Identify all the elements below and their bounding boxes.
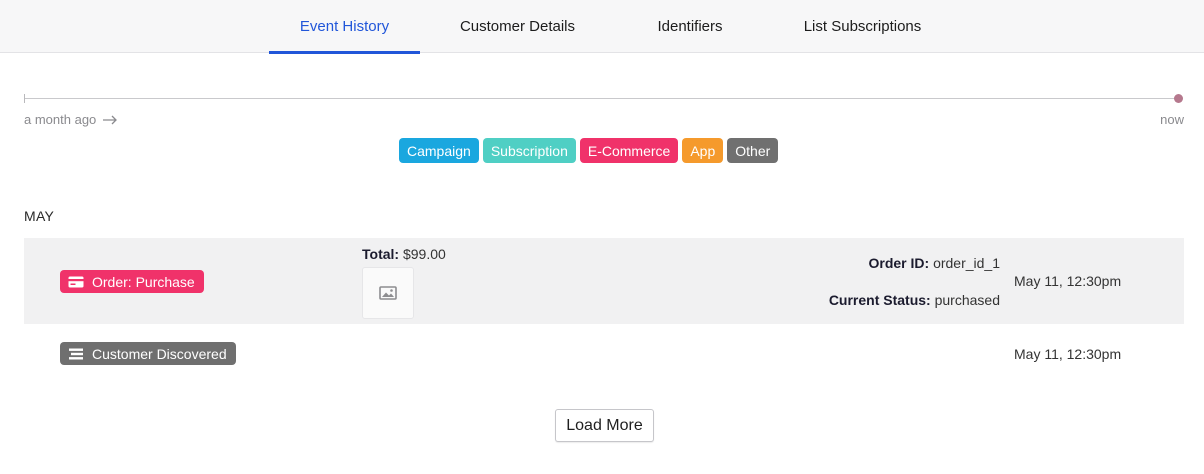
legend-subscription[interactable]: Subscription <box>482 138 576 163</box>
tab-event-history[interactable]: Event History <box>269 0 420 54</box>
order-id-value: order_id_1 <box>933 255 1000 271</box>
tab-bar: Event History Customer Details Identifie… <box>0 0 1204 54</box>
timeline-start-label: a month ago <box>24 112 97 127</box>
image-icon <box>379 286 397 300</box>
event-type-legend: Campaign Subscription E-Commerce App Oth… <box>399 138 779 163</box>
credit-card-icon <box>68 276 84 287</box>
event-row[interactable]: Order: Purchase Total: $99.00 Order ID: … <box>24 238 1184 324</box>
order-status: Current Status: purchased <box>829 292 1000 308</box>
event-timestamp: May 11, 12:30pm <box>1014 273 1122 289</box>
tab-list-subscriptions[interactable]: List Subscriptions <box>786 0 939 53</box>
legend-app[interactable]: App <box>682 138 724 163</box>
timeline-start-tick <box>24 94 25 103</box>
timeline-end-label: now <box>1160 112 1184 127</box>
timeline-track <box>24 98 1178 99</box>
load-more-button[interactable]: Load More <box>555 409 654 442</box>
event-timestamp: May 11, 12:30pm <box>1014 346 1122 362</box>
list-icon <box>69 348 83 359</box>
timeline-start: a month ago <box>24 112 118 127</box>
legend-e-commerce[interactable]: E-Commerce <box>579 138 679 163</box>
event-row[interactable]: Customer Discovered May 11, 12:30pm <box>24 324 1184 384</box>
arrow-right-icon <box>103 115 118 124</box>
tab-customer-details[interactable]: Customer Details <box>440 0 595 53</box>
event-badge-label: Order: Purchase <box>92 273 195 290</box>
order-total-value: $99.00 <box>402 246 446 262</box>
event-badge: Order: Purchase <box>60 270 204 293</box>
month-header: MAY <box>24 208 55 224</box>
order-id: Order ID: order_id_1 <box>868 255 1000 271</box>
legend-other[interactable]: Other <box>727 138 779 163</box>
order-total-label: Total: <box>362 246 400 262</box>
tab-identifiers[interactable]: Identifiers <box>640 0 740 53</box>
legend-campaign[interactable]: Campaign <box>399 138 479 163</box>
event-badge-label: Customer Discovered <box>92 345 227 362</box>
order-total: Total: $99.00 <box>362 246 446 262</box>
order-status-value: purchased <box>934 292 1000 308</box>
timeline-now-marker <box>1174 94 1183 103</box>
order-status-label: Current Status: <box>828 292 931 308</box>
event-badge: Customer Discovered <box>60 342 236 365</box>
product-thumbnail[interactable] <box>362 267 414 319</box>
order-id-label: Order ID: <box>868 255 930 271</box>
